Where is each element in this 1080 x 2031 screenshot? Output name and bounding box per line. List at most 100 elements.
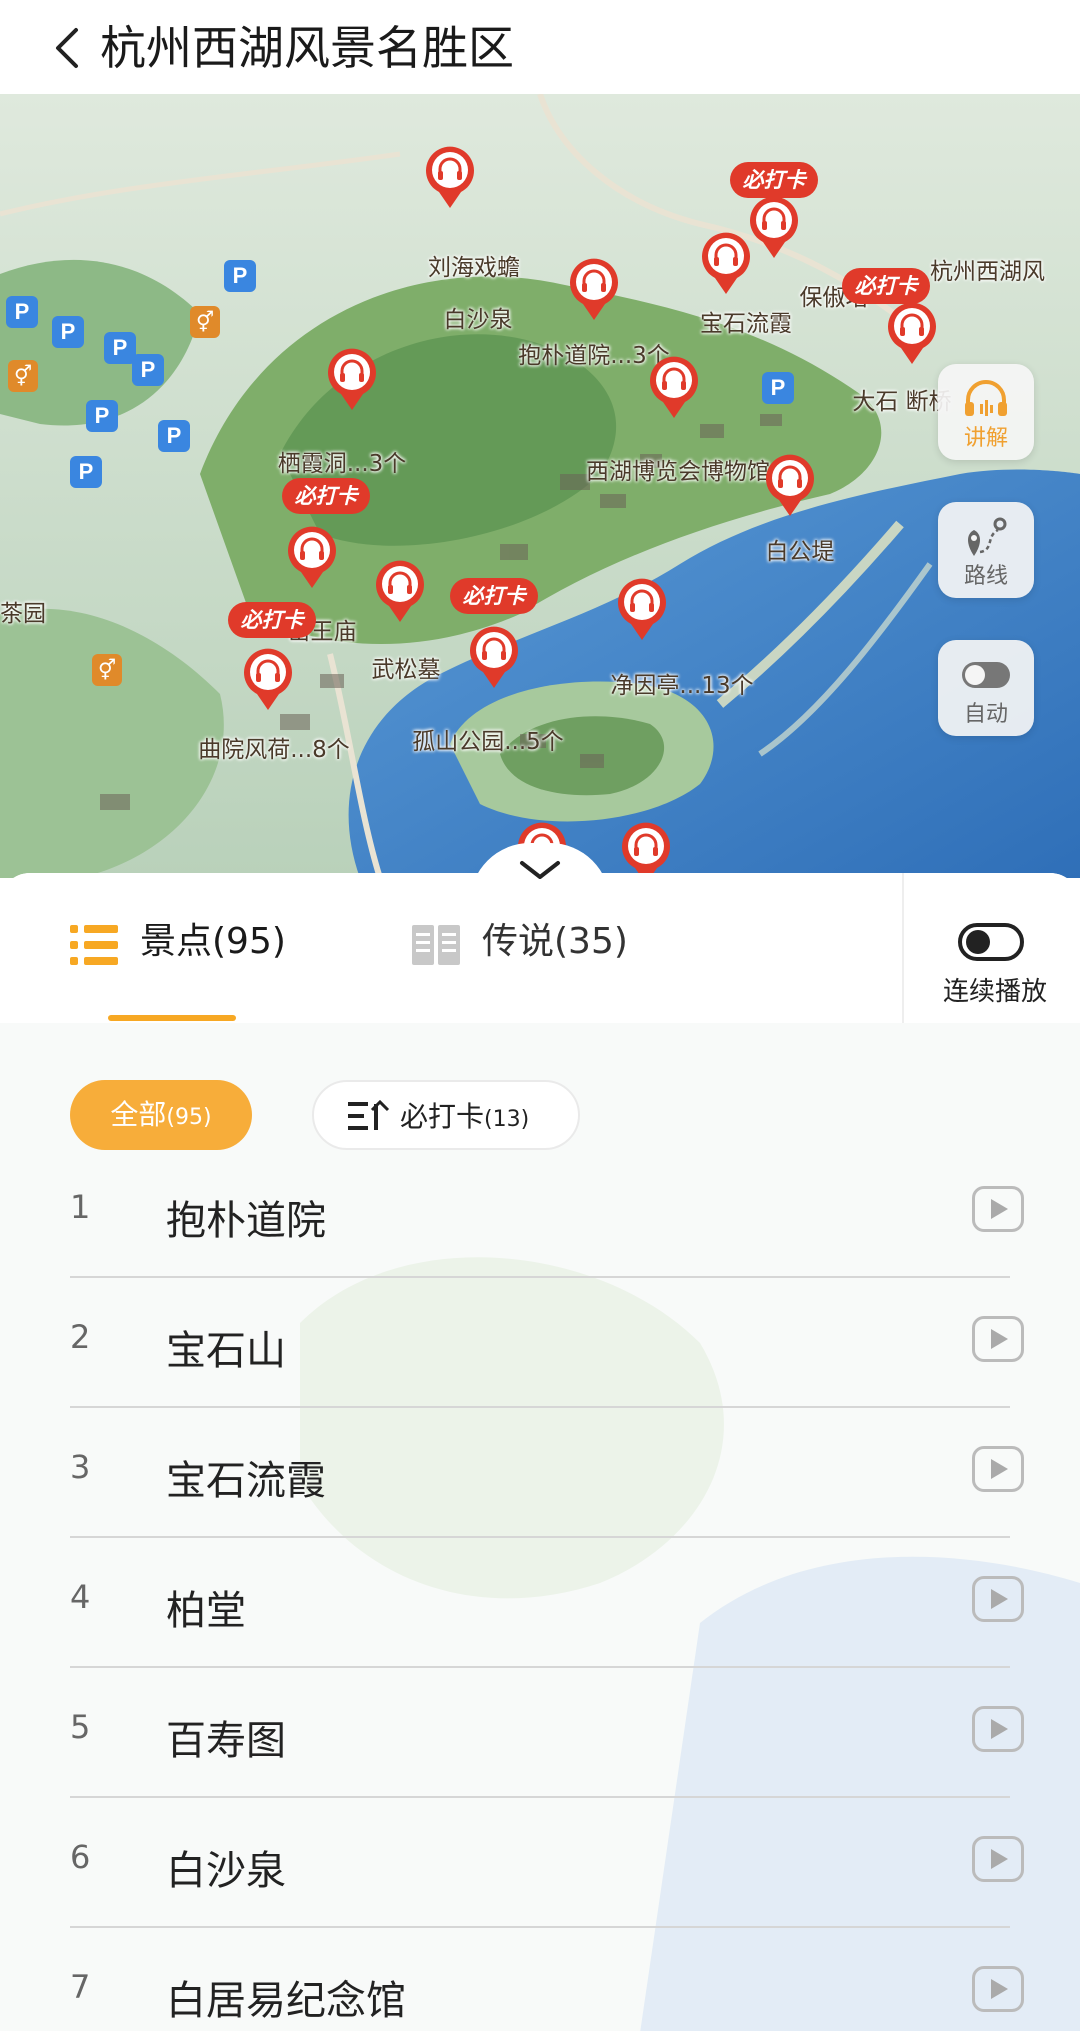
poi-label: 茶园 xyxy=(0,601,46,627)
map-poi[interactable]: 栖霞洞...3个 xyxy=(278,348,406,477)
list-item[interactable]: 7 白居易纪念馆 xyxy=(0,1928,1080,2031)
play-button[interactable] xyxy=(972,1316,1024,1362)
list-item[interactable]: 6 白沙泉 xyxy=(0,1798,1080,1928)
parking-icon: P xyxy=(224,260,256,292)
headphones-icon xyxy=(965,380,1007,416)
map-poi[interactable]: 必打卡 曲院风荷...8个 xyxy=(198,602,350,763)
auto-button[interactable]: 自动 xyxy=(938,640,1034,736)
continuous-play-toggle[interactable]: 连续播放 xyxy=(920,897,1070,1007)
map-poi[interactable]: 白沙泉 xyxy=(444,290,513,333)
map-poi[interactable]: 茶园 xyxy=(0,584,46,627)
play-button[interactable] xyxy=(972,1446,1024,1492)
explain-button[interactable]: 讲解 xyxy=(938,364,1034,460)
item-number: 7 xyxy=(70,1968,91,2006)
poi-label: 白沙泉 xyxy=(443,307,513,333)
play-button[interactable] xyxy=(972,1836,1024,1882)
map-poi[interactable]: 抱朴道院...3个 xyxy=(518,258,670,369)
divider xyxy=(902,873,904,1023)
tab-spots[interactable]: 景点(95) xyxy=(70,903,330,983)
poi-label: 净因亭...13个 xyxy=(610,673,754,699)
play-button[interactable] xyxy=(972,1186,1024,1232)
map-poi[interactable]: 必打卡 大石 断桥 xyxy=(842,268,952,415)
route-button[interactable]: 路线 xyxy=(938,502,1034,598)
audio-pin-icon xyxy=(618,578,666,640)
map-poi[interactable]: 必打卡 岳王庙 xyxy=(282,478,370,645)
audio-pin-icon xyxy=(288,526,336,588)
filter-checkin-chip[interactable]: 必打卡(13) xyxy=(312,1080,580,1150)
continuous-play-label: 连续播放 xyxy=(942,977,1047,1007)
item-number: 6 xyxy=(70,1838,91,1876)
item-name: 宝石流霞 xyxy=(166,1458,326,1504)
tab-legends-label: 传说(35) xyxy=(482,921,628,962)
map-poi[interactable] xyxy=(426,146,474,208)
poi-label: 白公堤 xyxy=(765,539,835,565)
scenic-map[interactable]: P P P P P P P P P ⚥ ⚥ ⚥ 刘海戏蟾 白沙泉 抱朴道院...… xyxy=(0,94,1080,878)
map-poi[interactable]: 武松墓 xyxy=(372,560,441,683)
app-header: 杭州西湖风景名胜区 xyxy=(0,0,1080,94)
page-title: 杭州西湖风景名胜区 xyxy=(100,21,514,75)
audio-pin-icon xyxy=(244,648,292,710)
item-number: 4 xyxy=(70,1578,91,1616)
item-number: 5 xyxy=(70,1708,91,1746)
map-poi[interactable]: 必打卡 保俶塔 xyxy=(730,162,869,311)
audio-pin-icon xyxy=(622,822,670,878)
play-button[interactable] xyxy=(972,1966,1024,2012)
item-number: 2 xyxy=(70,1318,91,1356)
item-name: 白居易纪念馆 xyxy=(166,1978,406,2024)
poi-label: 杭州西湖风 xyxy=(930,259,1045,285)
map-poi[interactable]: 刘海戏蟾 xyxy=(428,254,520,281)
item-name: 百寿图 xyxy=(166,1718,286,1764)
checkin-badge: 必打卡 xyxy=(730,162,818,198)
audio-pin-icon xyxy=(426,146,474,208)
play-button[interactable] xyxy=(972,1576,1024,1622)
item-name: 抱朴道院 xyxy=(166,1198,326,1244)
toilet-icon: ⚥ xyxy=(190,306,220,338)
book-icon xyxy=(412,925,460,965)
tab-legends[interactable]: 传说(35) xyxy=(412,903,672,983)
audio-pin-icon xyxy=(888,302,936,364)
map-poi[interactable]: 必打卡 孤山公园...5个 xyxy=(412,578,564,755)
filter-all-label: 全部 xyxy=(110,1098,167,1131)
poi-label: 曲院风荷...8个 xyxy=(198,737,350,763)
audio-pin-icon xyxy=(328,348,376,410)
filter-all-chip[interactable]: 全部(95) xyxy=(70,1080,252,1150)
parking-icon: P xyxy=(86,400,118,432)
list-item[interactable]: 3 宝石流霞 xyxy=(0,1408,1080,1538)
play-icon xyxy=(991,1979,1008,1999)
play-button[interactable] xyxy=(972,1706,1024,1752)
sort-icon xyxy=(348,1100,390,1130)
map-poi[interactable]: 白公堤 xyxy=(766,454,835,565)
list-item[interactable]: 1 抱朴道院 xyxy=(0,1148,1080,1278)
explain-label: 讲解 xyxy=(963,426,1008,451)
list-icon xyxy=(70,925,118,965)
chevron-down-icon xyxy=(520,861,560,879)
map-poi[interactable]: 西湖博览会博物馆 xyxy=(586,356,770,485)
parking-icon: P xyxy=(132,354,164,386)
parking-icon: P xyxy=(70,456,102,488)
play-icon xyxy=(991,1849,1008,1869)
list-item[interactable]: 5 百寿图 xyxy=(0,1668,1080,1798)
list-item[interactable]: 4 柏堂 xyxy=(0,1538,1080,1668)
checkin-badge: 必打卡 xyxy=(842,268,930,304)
map-poi[interactable]: 杭州西湖风 xyxy=(930,242,1045,285)
audio-pin-icon xyxy=(470,626,518,688)
item-number: 3 xyxy=(70,1448,91,1486)
audio-pin-icon xyxy=(376,560,424,622)
active-tab-indicator xyxy=(108,1015,236,1021)
audio-pin-icon xyxy=(570,258,618,320)
parking-icon: P xyxy=(52,316,84,348)
play-icon xyxy=(991,1459,1008,1479)
checkin-badge: 必打卡 xyxy=(282,478,370,514)
checkin-badge: 必打卡 xyxy=(450,578,538,614)
back-button[interactable] xyxy=(42,20,98,76)
checkin-badge: 必打卡 xyxy=(228,602,316,638)
toggle-switch[interactable] xyxy=(958,923,1024,961)
list-item[interactable]: 2 宝石山 xyxy=(0,1278,1080,1408)
item-number: 1 xyxy=(70,1188,91,1226)
parking-icon: P xyxy=(6,296,38,328)
map-poi[interactable]: 净因亭...13个 xyxy=(610,578,754,699)
toggle-knob xyxy=(966,930,990,954)
route-label: 路线 xyxy=(963,564,1008,589)
filter-checkin-count: (13) xyxy=(484,1107,530,1132)
tab-spots-label: 景点(95) xyxy=(140,921,286,962)
